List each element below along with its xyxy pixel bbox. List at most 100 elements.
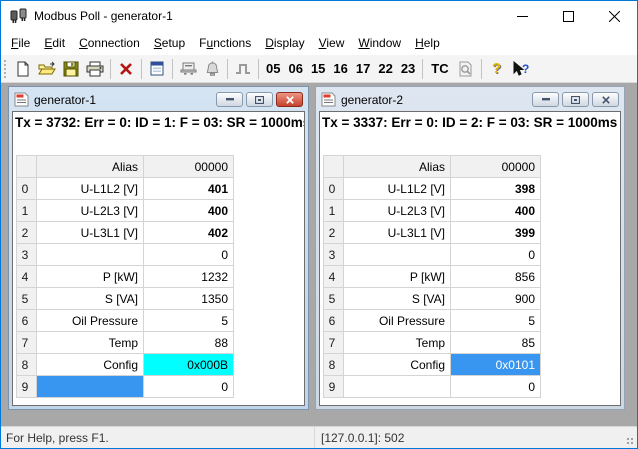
func-05-button[interactable]: 05	[262, 57, 284, 80]
value-cell[interactable]: 400	[451, 200, 541, 222]
close-button[interactable]	[591, 1, 637, 31]
row-header[interactable]: 5	[324, 288, 344, 310]
alias-cell[interactable]: U-L2L3 [V]	[344, 200, 451, 222]
alarm-icon[interactable]	[200, 57, 224, 80]
communication-log-icon[interactable]	[454, 57, 478, 80]
row-header[interactable]: 1	[324, 200, 344, 222]
alias-column-header[interactable]: Alias	[344, 156, 451, 178]
value-cell[interactable]: 401	[144, 178, 234, 200]
value-cell[interactable]: 0	[144, 376, 234, 398]
row-header[interactable]: 4	[324, 266, 344, 288]
row-header[interactable]: 3	[324, 244, 344, 266]
row-header[interactable]: 0	[17, 178, 37, 200]
menu-file[interactable]: File	[4, 33, 37, 53]
value-cell[interactable]: 5	[144, 310, 234, 332]
value-cell[interactable]: 0x000B	[144, 354, 234, 376]
resize-grip[interactable]	[623, 427, 637, 448]
value-cell[interactable]: 856	[451, 266, 541, 288]
row-header[interactable]: 8	[17, 354, 37, 376]
menu-view[interactable]: View	[312, 33, 352, 53]
row-header[interactable]: 9	[17, 376, 37, 398]
value-cell[interactable]: 88	[144, 332, 234, 354]
alias-cell[interactable]: Oil Pressure	[344, 310, 451, 332]
single-poll-icon[interactable]	[231, 57, 255, 80]
alias-cell[interactable]: Temp	[344, 332, 451, 354]
alias-cell[interactable]: P [kW]	[344, 266, 451, 288]
value-cell[interactable]: 0	[144, 244, 234, 266]
new-document-icon[interactable]	[11, 57, 35, 80]
save-icon[interactable]	[59, 57, 83, 80]
app-titlebar[interactable]: Modbus Poll - generator-1	[1, 1, 637, 31]
alias-cell[interactable]: P [kW]	[37, 266, 144, 288]
func-15-button[interactable]: 15	[307, 57, 329, 80]
print-icon[interactable]	[83, 57, 107, 80]
alias-cell[interactable]	[344, 376, 451, 398]
row-header[interactable]: 7	[17, 332, 37, 354]
value-column-header[interactable]: 00000	[451, 156, 541, 178]
test-center-button[interactable]: TC	[426, 57, 453, 80]
child2-minimize-button[interactable]	[532, 92, 559, 107]
menu-setup[interactable]: Setup	[147, 33, 192, 53]
value-cell[interactable]: 1232	[144, 266, 234, 288]
alias-cell[interactable]: S [VA]	[37, 288, 144, 310]
alias-cell[interactable]: S [VA]	[344, 288, 451, 310]
menu-window[interactable]: Window	[351, 33, 408, 53]
row-header[interactable]: 1	[17, 200, 37, 222]
value-cell[interactable]: 85	[451, 332, 541, 354]
value-cell[interactable]: 0	[451, 244, 541, 266]
minimize-button[interactable]	[499, 1, 545, 31]
alias-cell[interactable]: Temp	[37, 332, 144, 354]
alias-cell[interactable]: U-L1L2 [V]	[37, 178, 144, 200]
value-cell[interactable]: 5	[451, 310, 541, 332]
value-cell[interactable]: 0x0101	[451, 354, 541, 376]
menu-help[interactable]: Help	[408, 33, 447, 53]
value-cell[interactable]: 900	[451, 288, 541, 310]
value-cell[interactable]: 398	[451, 178, 541, 200]
value-cell[interactable]: 0	[451, 376, 541, 398]
row-header[interactable]: 9	[324, 376, 344, 398]
alias-cell[interactable]: U-L3L1 [V]	[37, 222, 144, 244]
row-header[interactable]: 6	[17, 310, 37, 332]
alias-cell[interactable]: U-L2L3 [V]	[37, 200, 144, 222]
menu-functions[interactable]: Functions	[192, 33, 258, 53]
about-help-icon[interactable]: ?	[485, 57, 509, 80]
value-column-header[interactable]: 00000	[144, 156, 234, 178]
func-16-button[interactable]: 16	[329, 57, 351, 80]
menu-display[interactable]: Display	[258, 33, 311, 53]
func-17-button[interactable]: 17	[352, 57, 374, 80]
value-cell[interactable]: 399	[451, 222, 541, 244]
alias-cell[interactable]: Config	[344, 354, 451, 376]
value-cell[interactable]: 402	[144, 222, 234, 244]
row-header[interactable]: 5	[17, 288, 37, 310]
toolbar-drag-handle[interactable]	[3, 59, 8, 79]
child1-close-button[interactable]	[276, 92, 303, 107]
row-header[interactable]: 6	[324, 310, 344, 332]
func-23-button[interactable]: 23	[397, 57, 419, 80]
cancel-icon[interactable]	[114, 57, 138, 80]
child2-restore-button[interactable]	[562, 92, 589, 107]
func-06-button[interactable]: 06	[284, 57, 306, 80]
alias-cell[interactable]: U-L3L1 [V]	[344, 222, 451, 244]
row-header[interactable]: 3	[17, 244, 37, 266]
value-cell[interactable]: 400	[144, 200, 234, 222]
alias-cell[interactable]	[37, 376, 144, 398]
child2-titlebar[interactable]: generator-2	[319, 90, 621, 111]
poll-definition-icon[interactable]	[176, 57, 200, 80]
row-header[interactable]: 2	[324, 222, 344, 244]
row-header[interactable]: 7	[324, 332, 344, 354]
open-file-icon[interactable]	[35, 57, 59, 80]
child2-close-button[interactable]	[592, 92, 619, 107]
maximize-button[interactable]	[545, 1, 591, 31]
alias-cell[interactable]	[37, 244, 144, 266]
value-cell[interactable]: 1350	[144, 288, 234, 310]
alias-cell[interactable]: U-L1L2 [V]	[344, 178, 451, 200]
alias-cell[interactable]: Config	[37, 354, 144, 376]
child1-minimize-button[interactable]	[216, 92, 243, 107]
alias-cell[interactable]	[344, 244, 451, 266]
setup-dialog-icon[interactable]	[145, 57, 169, 80]
row-header[interactable]: 4	[17, 266, 37, 288]
menu-edit[interactable]: Edit	[37, 33, 72, 53]
menu-connection[interactable]: Connection	[72, 33, 147, 53]
row-header[interactable]: 8	[324, 354, 344, 376]
alias-cell[interactable]: Oil Pressure	[37, 310, 144, 332]
